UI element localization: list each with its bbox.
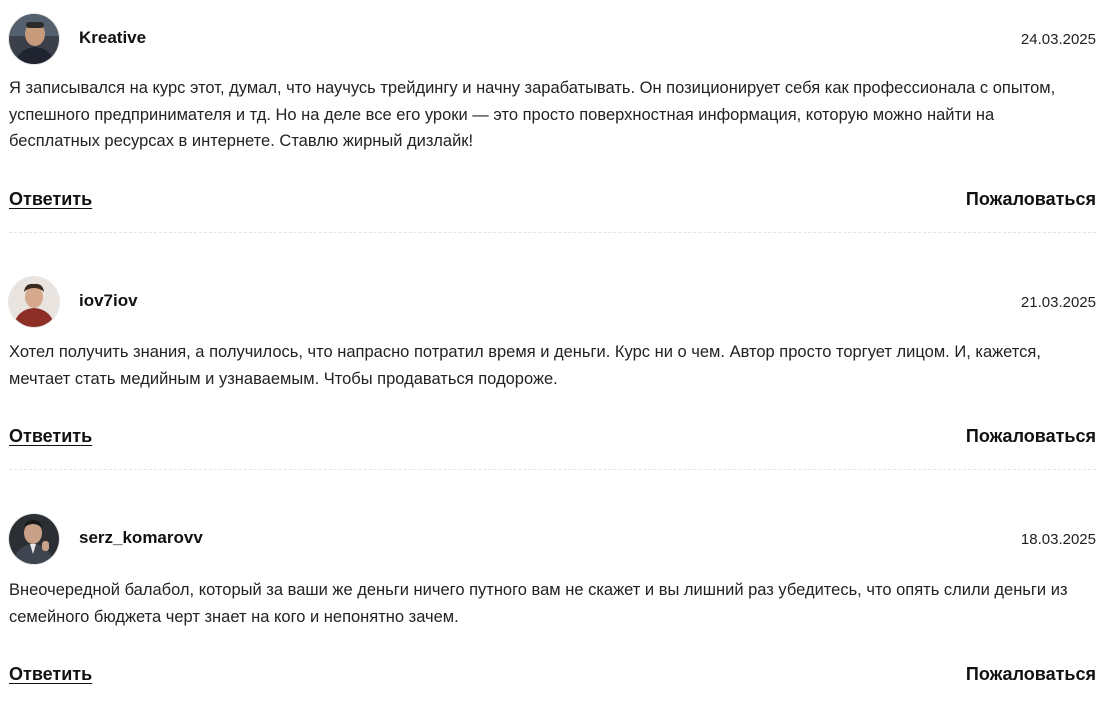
comment-date: 24.03.2025: [1020, 31, 1096, 48]
comment-actions: Ответить Пожаловаться: [9, 426, 1096, 450]
report-link[interactable]: Пожаловаться: [966, 426, 1096, 447]
comment-header: Kreative 24.03.2025: [9, 14, 1096, 66]
reply-link[interactable]: Ответить: [9, 426, 92, 447]
comment-item: iov7iov 21.03.2025 Хотел получить знания…: [9, 277, 1096, 470]
comment-actions: Ответить Пожаловаться: [9, 664, 1096, 688]
comment-actions: Ответить Пожаловаться: [9, 189, 1096, 213]
comment-author: iov7iov: [79, 291, 138, 310]
comment-header: serz_komarovv 18.03.2025: [9, 514, 1096, 566]
comment-item: Kreative 24.03.2025 Я записывался на кур…: [9, 14, 1096, 233]
comment-divider: [9, 469, 1096, 470]
comment-text: Я записывался на курс этот, думал, что н…: [9, 79, 1056, 150]
user-avatar-icon[interactable]: [9, 277, 59, 327]
reply-link[interactable]: Ответить: [9, 189, 92, 210]
comment-text: Внеочередной балабол, который за ваши же…: [9, 581, 1068, 626]
comment-text: Хотел получить знания, а получилось, что…: [9, 343, 1041, 388]
comment-author: serz_komarovv: [79, 528, 203, 547]
reply-link[interactable]: Ответить: [9, 664, 92, 685]
comment-item: serz_komarovv 18.03.2025 Внеочередной ба…: [9, 514, 1096, 684]
user-avatar-icon[interactable]: [9, 514, 59, 564]
comment-author: Kreative: [79, 28, 147, 47]
report-link[interactable]: Пожаловаться: [966, 664, 1096, 685]
comment-divider: [9, 232, 1096, 233]
comment-header: iov7iov 21.03.2025: [9, 277, 1096, 329]
report-link[interactable]: Пожаловаться: [966, 189, 1096, 210]
comment-date: 21.03.2025: [1020, 294, 1096, 311]
user-avatar-icon[interactable]: [9, 14, 59, 64]
comment-date: 18.03.2025: [1020, 531, 1096, 548]
